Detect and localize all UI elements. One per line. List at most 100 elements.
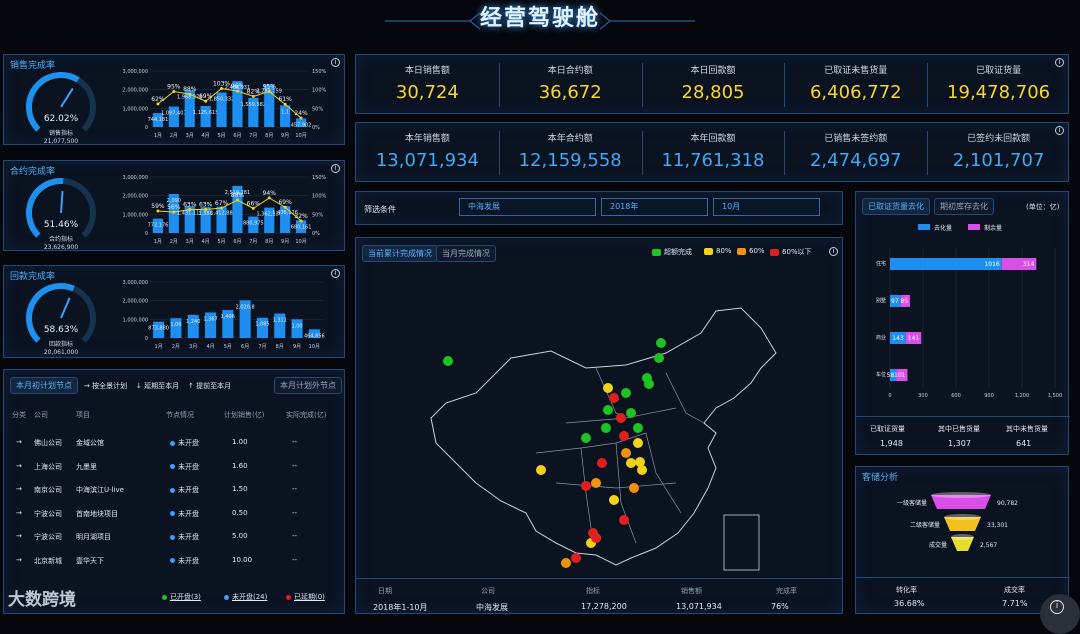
ratio-value: 36.68% bbox=[894, 599, 925, 608]
row-status: 未开盘 bbox=[170, 509, 199, 519]
x-tick-label: 5月 bbox=[217, 239, 225, 245]
x-tick-label: 1,500 bbox=[1048, 393, 1062, 399]
bar-value-label: 680,161 bbox=[291, 224, 312, 230]
filter-panel: 筛选条件 中海发展 2018年 10月 bbox=[355, 191, 843, 225]
x-tick-label: 7月 bbox=[249, 133, 257, 139]
city-marker[interactable] bbox=[629, 483, 639, 493]
row-arrow: → bbox=[16, 532, 22, 540]
kpi-label: 本日回款额 bbox=[690, 66, 736, 76]
tab-extra-nodes[interactable]: 本月计划外节点 bbox=[274, 377, 342, 394]
city-marker[interactable] bbox=[443, 356, 453, 366]
city-marker[interactable] bbox=[603, 383, 613, 393]
y2-tick-label: 150% bbox=[312, 69, 327, 75]
city-marker[interactable] bbox=[609, 393, 619, 403]
city-marker[interactable] bbox=[621, 388, 631, 398]
city-marker[interactable] bbox=[637, 465, 647, 475]
table-header: 完成率 bbox=[776, 587, 797, 595]
hint-delay: ↓ 延期至本月 bbox=[136, 382, 180, 390]
row-actual: -- bbox=[292, 532, 298, 540]
kpi-value: 13,071,934 bbox=[375, 150, 479, 171]
tab-stock-initial[interactable]: 期初库存去化 bbox=[934, 198, 994, 215]
legend-item[interactable]: 60%以下 bbox=[770, 247, 812, 257]
info-icon[interactable]: i bbox=[829, 247, 838, 256]
city-marker[interactable] bbox=[601, 423, 611, 433]
city-marker[interactable] bbox=[633, 423, 643, 433]
row-company: 南京公司 bbox=[34, 486, 62, 494]
year-select[interactable]: 2018年 bbox=[601, 198, 708, 216]
month-select[interactable]: 10月 bbox=[713, 198, 820, 216]
city-marker[interactable] bbox=[619, 431, 629, 441]
company-select[interactable]: 中海发展 bbox=[459, 198, 596, 216]
city-marker[interactable] bbox=[609, 495, 619, 505]
city-marker[interactable] bbox=[591, 478, 601, 488]
x-tick-label: 8月 bbox=[265, 239, 273, 245]
row-arrow: → bbox=[16, 555, 22, 564]
table-cell: 中海发展 bbox=[476, 603, 508, 612]
y2-tick-label: 0% bbox=[312, 231, 320, 237]
city-marker[interactable] bbox=[626, 408, 636, 418]
y-tick-label: 1,000,000 bbox=[123, 317, 148, 323]
city-marker[interactable] bbox=[591, 533, 601, 543]
reserve-divider bbox=[856, 577, 1070, 578]
x-tick-label: 5月 bbox=[217, 133, 225, 139]
kpi-value: 6,406,772 bbox=[809, 82, 902, 103]
table-header: 公司 bbox=[34, 411, 48, 419]
city-marker[interactable] bbox=[654, 353, 664, 363]
row-actual: -- bbox=[292, 461, 298, 470]
row-status: 未开盘 bbox=[170, 485, 199, 495]
kpi-label: 本日销售额 bbox=[404, 66, 450, 76]
kpi-value: 36,672 bbox=[538, 82, 602, 103]
footer-count[interactable]: 未开盘(24) bbox=[224, 592, 267, 602]
city-marker[interactable] bbox=[581, 481, 591, 491]
kpi-divider bbox=[927, 63, 929, 107]
city-marker[interactable] bbox=[656, 338, 666, 348]
funnel-label: 二级客储量 bbox=[910, 521, 940, 529]
city-marker[interactable] bbox=[571, 553, 581, 563]
city-marker[interactable] bbox=[581, 433, 591, 443]
bar-value-label: 1,06 bbox=[170, 322, 181, 328]
table-header: 节点情况 bbox=[166, 411, 194, 419]
tab-stock-sold[interactable]: 已取证货量去化 bbox=[862, 198, 930, 215]
row-company: 宁波公司 bbox=[34, 509, 62, 518]
row-project: 壹华天下 bbox=[76, 556, 104, 565]
footer-count[interactable]: 已开盘(3) bbox=[162, 592, 201, 602]
city-marker[interactable] bbox=[644, 379, 654, 389]
ratio-value: 7.71% bbox=[1002, 599, 1028, 608]
x-tick-label: 600 bbox=[951, 393, 961, 399]
info-icon[interactable]: i bbox=[331, 269, 340, 278]
city-marker[interactable] bbox=[626, 458, 636, 468]
legend-item[interactable]: 60% bbox=[737, 247, 765, 255]
x-tick-label: 2月 bbox=[170, 239, 178, 245]
status-dot bbox=[224, 594, 229, 600]
info-icon[interactable]: i bbox=[331, 58, 340, 67]
city-marker[interactable] bbox=[633, 438, 643, 448]
bar-value-label: 143 bbox=[892, 335, 904, 342]
city-marker[interactable] bbox=[621, 448, 631, 458]
y-tick-label: 2,000,000 bbox=[123, 88, 148, 94]
city-marker[interactable] bbox=[603, 405, 613, 415]
x-tick-label: 8月 bbox=[265, 133, 273, 139]
help-button[interactable]: i bbox=[1040, 594, 1080, 634]
footer-count[interactable]: 已延期(0) bbox=[286, 592, 325, 602]
tab-cumulative[interactable]: 当前累计完成情况 bbox=[362, 245, 438, 262]
legend-swatch bbox=[737, 247, 746, 255]
y-tick-label: 0 bbox=[145, 125, 148, 131]
city-marker[interactable] bbox=[597, 458, 607, 468]
legend-label: 60%以下 bbox=[782, 248, 812, 256]
bar-value-label: 101 bbox=[894, 372, 906, 379]
funnel-value: 90,782 bbox=[997, 500, 1018, 507]
tab-monthly[interactable]: 当月完成情况 bbox=[436, 245, 496, 262]
legend-item[interactable]: 超额完成 bbox=[652, 247, 692, 257]
legend-item[interactable]: 80% bbox=[704, 247, 732, 255]
table-cell: 2018年1-10月 bbox=[373, 603, 428, 612]
city-marker[interactable] bbox=[536, 465, 546, 475]
row-actual: -- bbox=[292, 555, 298, 564]
row-company: 佛山公司 bbox=[34, 439, 62, 447]
tab-plan-nodes[interactable]: 本月初计划节点 bbox=[10, 377, 78, 394]
city-marker[interactable] bbox=[561, 558, 571, 568]
info-icon[interactable]: i bbox=[331, 164, 340, 173]
city-marker[interactable] bbox=[619, 515, 629, 525]
city-marker[interactable] bbox=[616, 413, 626, 423]
footer-label: 已延期(0) bbox=[294, 593, 325, 601]
kpi-item: 已取证货量 19,478,706 bbox=[927, 63, 1070, 103]
